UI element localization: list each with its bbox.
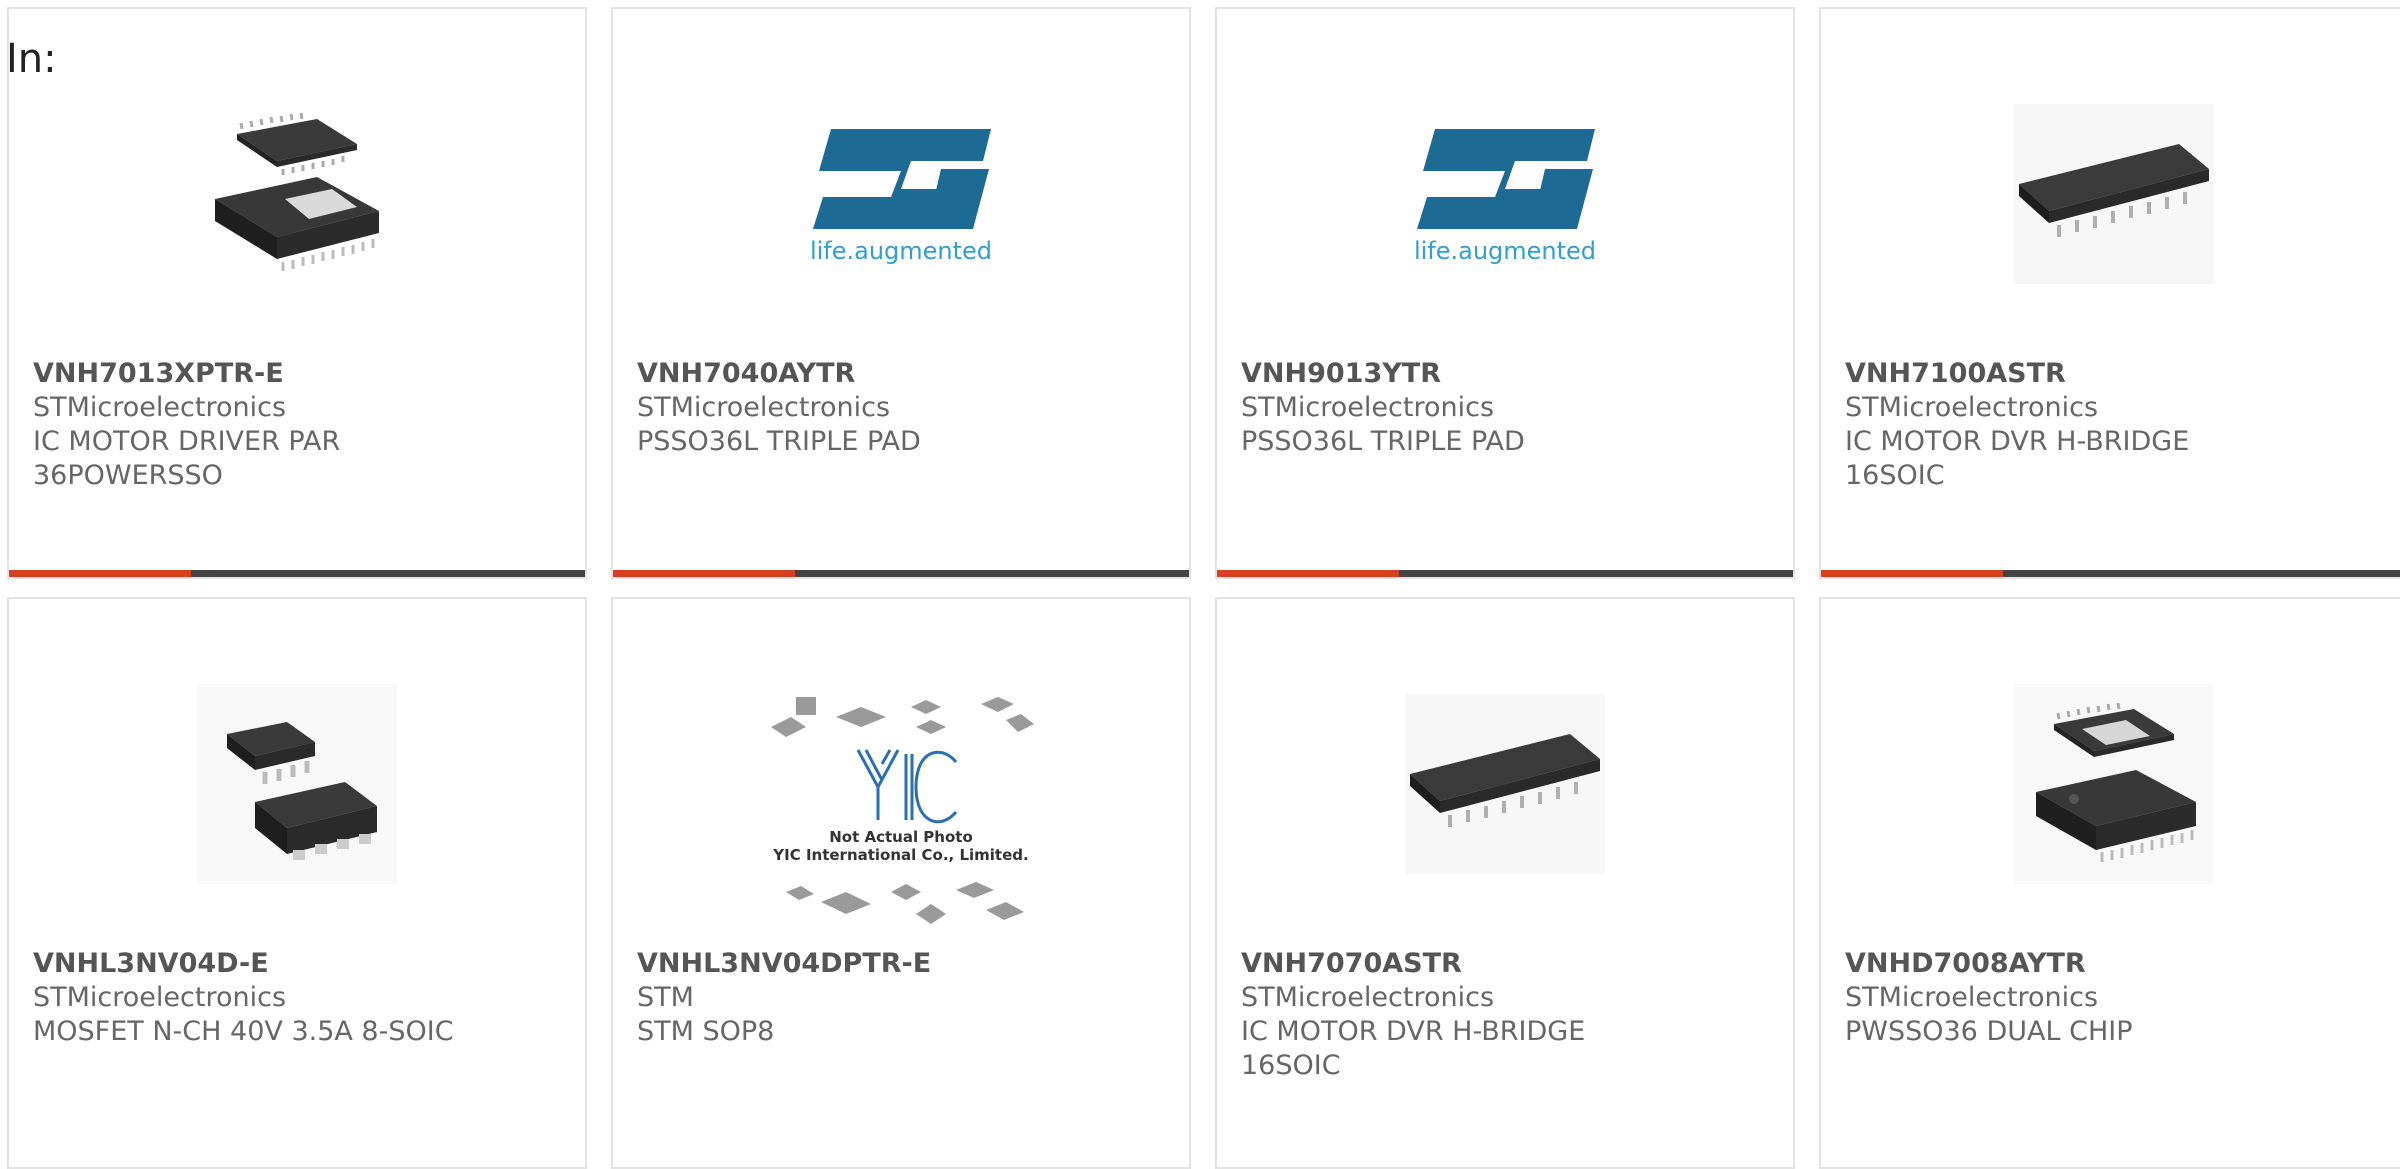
ic-chip-photo-icon: [215, 112, 379, 271]
card-accent-bar: [1217, 570, 1399, 577]
yic-placeholder-image: Not Actual Photo YIC International Co., …: [771, 697, 1034, 924]
product-card[interactable]: VNH7013XPTR-E STMicroelectronics IC MOTO…: [7, 7, 587, 579]
product-image[interactable]: life.augmented: [1217, 69, 1793, 319]
part-number[interactable]: VNH7100ASTR: [1845, 357, 2387, 391]
description-line: IC MOTOR DVR H-BRIDGE: [1845, 426, 2190, 457]
product-card[interactable]: Not Actual Photo YIC International Co., …: [611, 597, 1191, 1169]
description-line: IC MOTOR DRIVER PAR: [33, 426, 341, 457]
part-number[interactable]: VNHL3NV04D-E: [33, 947, 565, 981]
manufacturer: STMicroelectronics: [1845, 392, 2099, 423]
description-line: IC MOTOR DVR H-BRIDGE: [1241, 1016, 1586, 1047]
product-card[interactable]: VNHL3NV04D-E STMicroelectronics MOSFET N…: [7, 597, 587, 1169]
card-footer-bar: [9, 570, 585, 577]
part-number[interactable]: VNH7040AYTR: [637, 357, 1169, 391]
description-line: 16SOIC: [1845, 460, 1945, 491]
card-accent-bar: [613, 570, 795, 577]
part-number[interactable]: VNHD7008AYTR: [1845, 947, 2387, 981]
soic-chip-photo-icon: [2014, 104, 2214, 284]
description-line: PSSO36L TRIPLE PAD: [1241, 426, 1525, 457]
manufacturer: STMicroelectronics: [1241, 392, 1495, 423]
product-info: VNH7040AYTR STMicroelectronics PSSO36L T…: [637, 357, 1169, 459]
product-image[interactable]: Not Actual Photo YIC International Co., …: [613, 687, 1189, 937]
product-image[interactable]: [1217, 659, 1793, 909]
st-logo-tagline: life.augmented: [1414, 237, 1596, 265]
manufacturer: STMicroelectronics: [33, 392, 287, 423]
soic8-chip-photo-icon: [197, 684, 397, 884]
product-info: VNH7100ASTR STMicroelectronics IC MOTOR …: [1845, 357, 2387, 493]
product-info: VNHL3NV04D-E STMicroelectronics MOSFET N…: [33, 947, 565, 1049]
product-card[interactable]: VNHD7008AYTR STMicroelectronics PWSSO36 …: [1819, 597, 2400, 1169]
product-card[interactable]: life.augmented VNH7040AYTR STMicroelectr…: [611, 7, 1191, 579]
product-image[interactable]: [1821, 659, 2400, 909]
product-info: VNH7013XPTR-E STMicroelectronics IC MOTO…: [33, 357, 565, 493]
part-number[interactable]: VNH7070ASTR: [1241, 947, 1773, 981]
product-info: VNH7070ASTR STMicroelectronics IC MOTOR …: [1241, 947, 1773, 1083]
soic-chip-photo-icon: [1405, 694, 1605, 874]
placeholder-text: YIC International Co., Limited.: [772, 846, 1028, 864]
product-image[interactable]: [1821, 69, 2400, 319]
manufacturer: STMicroelectronics: [637, 392, 891, 423]
product-info: VNHD7008AYTR STMicroelectronics PWSSO36 …: [1845, 947, 2387, 1049]
product-card[interactable]: VNH7100ASTR STMicroelectronics IC MOTOR …: [1819, 7, 2400, 579]
description-line: PWSSO36 DUAL CHIP: [1845, 1016, 2133, 1047]
description-line: PSSO36L TRIPLE PAD: [637, 426, 921, 457]
st-logo: life.augmented: [1414, 129, 1596, 265]
description-line: 16SOIC: [1241, 1050, 1341, 1081]
description-line: 36POWERSSO: [33, 460, 223, 491]
manufacturer: STM: [637, 982, 694, 1013]
manufacturer: STMicroelectronics: [1241, 982, 1495, 1013]
product-image[interactable]: [9, 659, 585, 909]
card-footer-bar: [1217, 570, 1793, 577]
manufacturer: STMicroelectronics: [33, 982, 287, 1013]
st-logo-tagline: life.augmented: [810, 237, 992, 265]
product-info: VNH9013YTR STMicroelectronics PSSO36L TR…: [1241, 357, 1773, 459]
card-accent-bar: [1821, 570, 2003, 577]
description-line: MOSFET N-CH 40V 3.5A 8-SOIC: [33, 1016, 454, 1047]
card-accent-bar: [9, 570, 191, 577]
in-label: In:: [6, 36, 57, 82]
part-number[interactable]: VNHL3NV04DPTR-E: [637, 947, 1169, 981]
placeholder-text: Not Actual Photo: [829, 828, 973, 846]
product-grid: VNH7013XPTR-E STMicroelectronics IC MOTO…: [0, 0, 2400, 1169]
product-card[interactable]: VNH7070ASTR STMicroelectronics IC MOTOR …: [1215, 597, 1795, 1169]
product-image[interactable]: [9, 69, 585, 319]
card-footer-bar: [613, 570, 1189, 577]
product-image[interactable]: life.augmented: [613, 69, 1189, 319]
description-line: STM SOP8: [637, 1016, 775, 1047]
card-footer-bar: [1821, 570, 2400, 577]
part-number[interactable]: VNH7013XPTR-E: [33, 357, 565, 391]
ic-chip-photo-icon: [2014, 684, 2214, 884]
product-card[interactable]: life.augmented VNH9013YTR STMicroelectro…: [1215, 7, 1795, 579]
part-number[interactable]: VNH9013YTR: [1241, 357, 1773, 391]
product-info: VNHL3NV04DPTR-E STM STM SOP8: [637, 947, 1169, 1049]
st-logo: life.augmented: [810, 129, 992, 265]
manufacturer: STMicroelectronics: [1845, 982, 2099, 1013]
